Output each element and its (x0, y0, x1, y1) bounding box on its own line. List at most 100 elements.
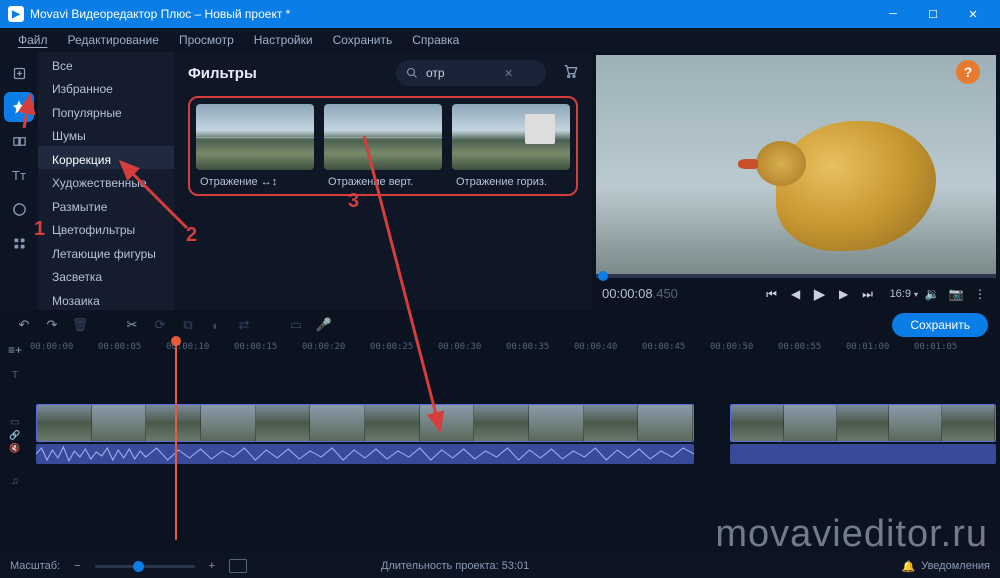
filter-mirror-horizontal[interactable]: Отражение гориз. (452, 104, 570, 188)
ruler-tick: 00:00:50 (710, 342, 753, 352)
clear-search-icon[interactable]: ✕ (504, 67, 513, 80)
audio-track-icon[interactable]: ♫ (11, 476, 19, 487)
ruler-tick: 00:00:55 (778, 342, 821, 352)
preview-more-icon[interactable]: ⋮ (970, 284, 990, 304)
transition-wizard-icon[interactable]: ⇄ (232, 313, 256, 337)
left-tool-strip: Tᴛ (0, 52, 38, 310)
export-button[interactable]: Сохранить (892, 313, 988, 337)
filters-panel: Фильтры ✕ Отражение ↔↕ Отражение верт. О… (174, 52, 592, 310)
search-input[interactable] (426, 66, 496, 80)
filter-thumbnail (452, 104, 570, 170)
record-icon[interactable]: 🎤 (312, 313, 336, 337)
menu-file[interactable]: Файл (8, 30, 58, 50)
category-exposure[interactable]: Засветка (38, 263, 174, 286)
ruler-tick: 00:00:40 (574, 342, 617, 352)
project-duration: Длительность проекта: 53:01 (381, 560, 529, 572)
filter-mirror-vertical[interactable]: Отражение верт. (324, 104, 442, 188)
maximize-button[interactable]: ☐ (914, 1, 952, 27)
zoom-slider[interactable] (95, 565, 195, 568)
category-blur[interactable]: Размытие (38, 193, 174, 216)
color-icon[interactable]: ◐ (204, 313, 228, 337)
preview-area: 00:00:08.450 ⏮ ◀ ▶ ▶ ⏭ 16:9▾ 🔉 📷 ⋮ (592, 52, 1000, 310)
filters-title: Фильтры (188, 65, 257, 82)
tool-titles[interactable]: Tᴛ (4, 160, 34, 190)
crop-icon[interactable]: ⧉ (176, 313, 200, 337)
aspect-ratio[interactable]: 16:9▾ (890, 288, 918, 300)
status-bar: Масштаб: − + Длительность проекта: 53:01… (0, 554, 1000, 578)
snapshot-icon[interactable]: 📷 (946, 284, 966, 304)
audio-clip-2[interactable] (730, 444, 996, 464)
category-mosaic[interactable]: Мозаика (38, 287, 174, 310)
category-all[interactable]: Все (38, 52, 174, 75)
window-title: Movavi Видеоредактор Плюс – Новый проект… (30, 7, 290, 21)
category-noise[interactable]: Шумы (38, 122, 174, 145)
watermark: movavieditor.ru (715, 513, 988, 556)
ruler-tick: 00:00:00 (30, 342, 73, 352)
prev-frame-icon[interactable]: ◀ (786, 284, 806, 304)
timeline-toolbar: ↶ ↷ 🗑 ✂ ⟳ ⧉ ◐ ⇄ ▭ 🎤 Сохранить (0, 310, 1000, 340)
preview-scrubber[interactable] (596, 274, 996, 278)
help-button[interactable]: ? (956, 60, 980, 84)
filter-results: Отражение ↔↕ Отражение верт. Отражение г… (188, 96, 578, 196)
category-artistic[interactable]: Художественные (38, 169, 174, 192)
timeline-ruler[interactable]: 00:00:0000:00:0500:00:1000:00:1500:00:20… (30, 340, 1000, 360)
tool-filters[interactable] (4, 92, 34, 122)
menu-save[interactable]: Сохранить (323, 30, 403, 50)
tool-transitions[interactable] (4, 126, 34, 156)
video-clip-1[interactable] (36, 404, 694, 442)
category-flying[interactable]: Летающие фигуры (38, 240, 174, 263)
notifications-button[interactable]: 🔔 Уведомления (902, 560, 990, 573)
menu-settings[interactable]: Настройки (244, 30, 323, 50)
category-correction[interactable]: Коррекция (38, 146, 174, 169)
scrubber-handle[interactable] (598, 271, 608, 281)
zoom-handle[interactable] (133, 561, 144, 572)
title-track-icon[interactable]: T (12, 370, 18, 381)
delete-icon[interactable]: 🗑 (68, 313, 92, 337)
video-track-icon[interactable]: ▭ (10, 417, 19, 428)
category-colorfilters[interactable]: Цветофильтры (38, 216, 174, 239)
category-favorites[interactable]: Избранное (38, 75, 174, 98)
ruler-tick: 00:00:30 (438, 342, 481, 352)
zoom-out-icon[interactable]: − (74, 560, 80, 572)
tool-import[interactable] (4, 58, 34, 88)
play-icon[interactable]: ▶ (810, 284, 830, 304)
filter-label: Отражение гориз. (452, 176, 570, 188)
menu-edit[interactable]: Редактирование (58, 30, 169, 50)
add-track-icon[interactable]: ≡+ (8, 343, 22, 357)
zoom-label: Масштаб: (10, 560, 60, 572)
notifications-label: Уведомления (921, 560, 990, 572)
rotate-icon[interactable]: ⟳ (148, 313, 172, 337)
video-clip-2[interactable] (730, 404, 996, 442)
next-clip-icon[interactable]: ⏭ (858, 284, 878, 304)
minimize-button[interactable]: ─ (874, 1, 912, 27)
link-track-icon[interactable]: 🔗 (9, 430, 20, 441)
prev-clip-icon[interactable]: ⏮ (762, 284, 782, 304)
ruler-tick: 00:00:25 (370, 342, 413, 352)
audio-clip-1[interactable] (36, 444, 694, 464)
store-icon[interactable] (562, 63, 578, 83)
filter-mirror-both[interactable]: Отражение ↔↕ (196, 104, 314, 188)
clip-props-icon[interactable]: ▭ (284, 313, 308, 337)
playhead[interactable] (175, 340, 177, 540)
category-popular[interactable]: Популярные (38, 99, 174, 122)
ruler-tick: 00:00:35 (506, 342, 549, 352)
tool-stickers[interactable] (4, 194, 34, 224)
filter-thumbnail (196, 104, 314, 170)
mute-track-icon[interactable]: 🔇 (9, 443, 20, 454)
menu-help[interactable]: Справка (402, 30, 469, 50)
next-frame-icon[interactable]: ▶ (834, 284, 854, 304)
ruler-tick: 00:00:20 (302, 342, 345, 352)
close-button[interactable]: ✕ (954, 1, 992, 27)
redo-icon[interactable]: ↷ (40, 313, 64, 337)
volume-icon[interactable]: 🔉 (922, 284, 942, 304)
zoom-in-icon[interactable]: + (209, 560, 215, 572)
preview-content (776, 121, 936, 251)
search-box[interactable]: ✕ (396, 60, 546, 86)
zoom-fit-icon[interactable] (229, 559, 247, 573)
tool-more[interactable] (4, 228, 34, 258)
preview-video[interactable] (596, 55, 996, 274)
split-icon[interactable]: ✂ (120, 313, 144, 337)
undo-icon[interactable]: ↶ (12, 313, 36, 337)
menu-view[interactable]: Просмотр (169, 30, 244, 50)
ruler-tick: 00:01:05 (914, 342, 957, 352)
